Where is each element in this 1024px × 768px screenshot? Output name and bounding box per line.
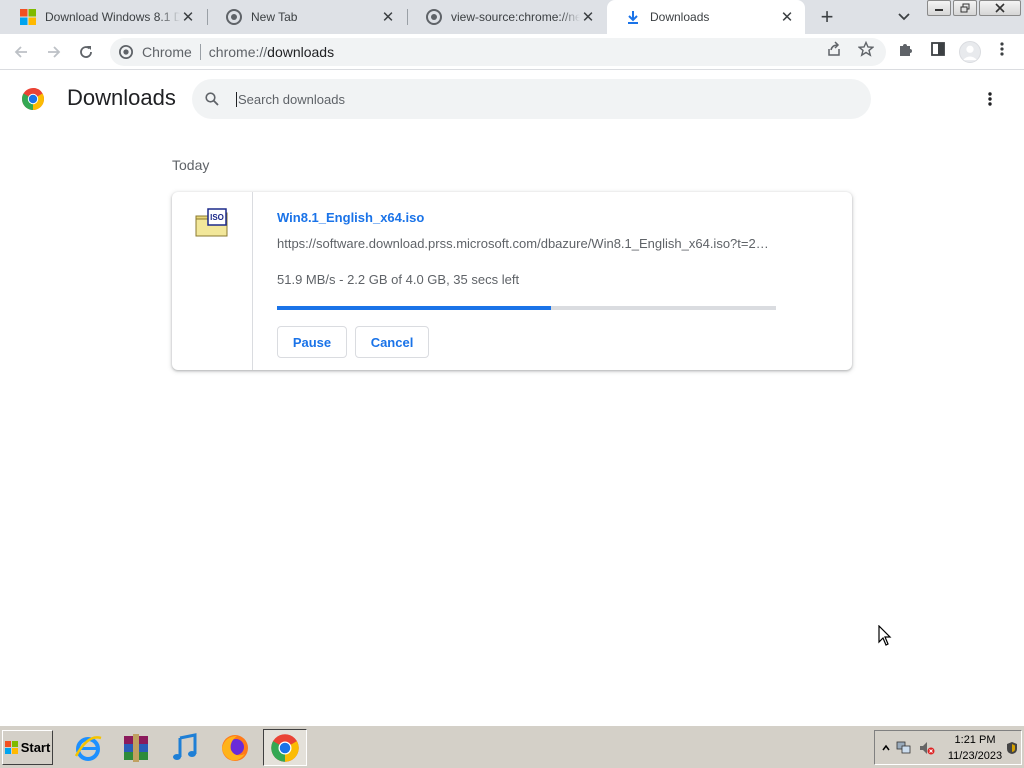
chevron-down-icon [898,13,910,21]
tab-strip: Download Windows 8.1 Disc Image (ISO Fil… [0,0,1024,34]
minimize-icon [935,9,943,11]
forward-button[interactable] [40,38,68,66]
download-status: 51.9 MB/s - 2.2 GB of 4.0 GB, 35 secs le… [277,272,520,287]
start-button[interactable]: Start [2,730,53,765]
share-icon [828,41,840,56]
back-button[interactable] [7,38,35,66]
show-desktop-icon[interactable] [1004,740,1020,756]
chrome-favicon-icon [426,9,442,25]
extensions-button[interactable] [897,40,915,58]
restore-button[interactable] [953,0,977,16]
progress-bar [277,306,776,310]
svg-text:ISO: ISO [210,213,224,222]
chrome-favicon-icon [118,44,134,60]
site-label: Chrome [142,44,192,60]
internet-explorer-icon[interactable] [66,729,110,766]
progress-fill [277,306,552,310]
tab-download-windows[interactable]: Download Windows 8.1 Disc Image (ISO Fil… [2,0,206,34]
side-panel-button[interactable] [929,40,947,58]
restore-icon [960,3,970,13]
tab-title: New Tab [251,10,298,24]
url-scheme: chrome:// [208,44,268,60]
side-panel-icon [931,42,945,56]
window-close-button[interactable] [979,0,1021,16]
close-icon[interactable]: ✕ [380,9,396,25]
close-icon [995,3,1005,13]
url-host: downloads [267,44,335,60]
pause-button[interactable]: Pause [277,326,347,358]
download-arrow-icon [625,9,641,25]
file-icon-column: ISO [172,192,253,370]
download-item-card: ISO Win8.1_English_x64.iso https://softw… [172,192,852,370]
iso-file-icon: ISO [195,208,229,238]
file-name-link[interactable]: Win8.1_English_x64.iso [277,210,424,225]
downloads-menu-button[interactable] [980,89,1000,109]
minimize-button[interactable] [927,0,951,16]
close-icon[interactable]: ✕ [779,9,795,25]
music-icon[interactable] [163,729,207,766]
arrow-left-icon [14,46,27,58]
firefox-icon[interactable] [213,729,257,766]
clock-time[interactable]: 1:21 PM [947,734,1003,746]
person-icon [962,45,978,61]
tab-downloads[interactable]: Downloads ✕ [607,0,805,34]
windows-logo-icon [20,9,36,25]
bookmark-button[interactable] [857,40,875,58]
star-icon [858,41,874,57]
mouse-cursor [878,624,892,647]
clock-date[interactable]: 11/23/2023 [943,750,1007,762]
omnibox-divider [199,44,201,60]
chrome-menu-button[interactable] [993,40,1011,58]
network-icon[interactable] [896,740,912,756]
window-controls [927,0,1021,18]
close-icon[interactable]: ✕ [580,9,596,25]
address-bar[interactable]: Chrome chrome:// downloads [110,38,886,66]
tab-title: view-source:chrome://newtab [451,10,580,24]
volume-muted-icon[interactable] [919,740,935,756]
browser-toolbar: Chrome chrome:// downloads [0,34,1024,70]
chrome-icon[interactable] [263,729,307,766]
start-label: Start [20,740,51,755]
search-input[interactable] [236,91,836,107]
windows-taskbar: Start 1:21 PM 11/23/2023 [0,725,1024,768]
more-vert-icon [1000,42,1004,56]
winrar-icon[interactable] [114,729,158,766]
profile-avatar[interactable] [959,41,981,63]
search-downloads-box[interactable] [192,79,871,119]
reload-button[interactable] [72,38,100,66]
tab-title: Download Windows 8.1 Disc Image (ISO Fil… [45,10,180,24]
page-title: Downloads [67,85,176,110]
tab-new-tab[interactable]: New Tab ✕ [208,0,406,34]
system-tray: 1:21 PM 11/23/2023 [874,730,1022,765]
tab-view-source[interactable]: view-source:chrome://newtab ✕ [408,0,606,34]
share-button[interactable] [825,40,843,58]
more-vert-icon [988,92,992,106]
arrow-right-icon [48,46,61,58]
chevron-up-icon[interactable] [878,740,894,756]
reload-icon [80,46,92,58]
close-icon[interactable]: ✕ [180,9,196,25]
tab-title: Downloads [650,10,710,24]
puzzle-icon [900,44,912,56]
date-section-heading: Today [172,157,210,173]
chrome-favicon-icon [226,9,242,25]
source-url[interactable]: https://software.download.prss.microsoft… [277,236,775,251]
downloads-header: Downloads [0,71,1024,127]
tab-search-button[interactable] [893,7,915,27]
chrome-logo-icon [21,87,45,111]
cancel-button[interactable]: Cancel [355,326,429,358]
new-tab-button[interactable]: + [815,4,839,29]
search-icon [204,91,220,107]
windows-flag-icon [4,740,18,754]
